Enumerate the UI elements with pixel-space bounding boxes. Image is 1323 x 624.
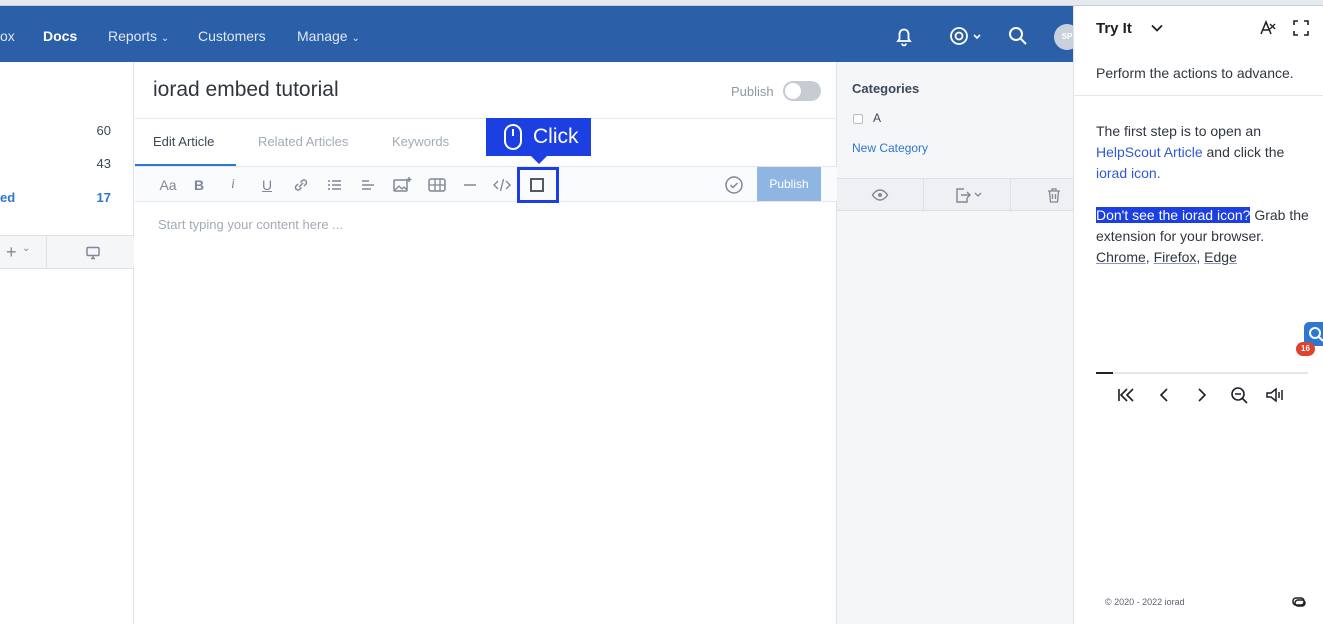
underline-button[interactable]: U bbox=[256, 174, 278, 196]
zoom-out-icon[interactable] bbox=[1228, 384, 1250, 406]
sidebar-count[interactable]: 43 bbox=[97, 156, 111, 171]
check-circle-icon[interactable] bbox=[723, 174, 745, 196]
help-lifebuoy-icon[interactable] bbox=[948, 24, 984, 48]
categories-title: Categories bbox=[852, 81, 920, 96]
chevron-down-icon[interactable] bbox=[1149, 21, 1165, 35]
edge-link[interactable]: Edge bbox=[1204, 249, 1237, 265]
chrome-link[interactable]: Chrome bbox=[1096, 249, 1146, 265]
export-icon bbox=[956, 188, 982, 203]
sidebar-item-label[interactable]: ed bbox=[0, 190, 15, 205]
step-text-2: and click the bbox=[1202, 144, 1285, 160]
extension-help-text: Don't see the iorad icon? Grab the exten… bbox=[1096, 207, 1309, 265]
step-text-1: The first step is to open an bbox=[1096, 123, 1261, 139]
left-sidebar: 60 43 ed 17 + ⌄ bbox=[0, 62, 134, 624]
export-button[interactable] bbox=[924, 179, 1011, 212]
sidebar-count[interactable]: 60 bbox=[97, 123, 111, 138]
highlight-box bbox=[517, 167, 559, 203]
toggle-knob bbox=[785, 83, 801, 99]
bold-button[interactable]: B bbox=[188, 174, 210, 196]
nav-item-partial[interactable]: ox bbox=[0, 6, 15, 62]
font-size-button[interactable]: Aa bbox=[156, 174, 180, 196]
editor-toolbar: Aa B i U Publish bbox=[135, 166, 837, 203]
nav-item-manage-label: Manage bbox=[297, 28, 348, 44]
category-label[interactable]: A bbox=[873, 111, 881, 125]
iorad-icon-link[interactable]: iorad icon. bbox=[1096, 165, 1161, 181]
search-icon[interactable] bbox=[1006, 24, 1030, 48]
step-instructions: The first step is to open an HelpScout A… bbox=[1096, 121, 1311, 268]
category-checkbox[interactable] bbox=[853, 114, 863, 124]
content-placeholder[interactable]: Start typing your content here ... bbox=[158, 217, 343, 232]
step-progress-bar bbox=[1096, 371, 1308, 374]
new-category-link[interactable]: New Category bbox=[852, 141, 928, 155]
delete-button[interactable] bbox=[1011, 179, 1073, 212]
divider bbox=[46, 236, 47, 268]
callout-label: Click bbox=[533, 125, 579, 148]
top-navbar: ox Docs Reports ⌄ Customers Manage ⌄ SP bbox=[0, 6, 1080, 62]
categories-panel: Categories A New Category bbox=[837, 62, 1073, 624]
divider bbox=[1074, 95, 1323, 96]
publish-label: Publish bbox=[731, 84, 774, 99]
helpscout-article-link[interactable]: HelpScout Article bbox=[1096, 144, 1203, 160]
trash-icon bbox=[1048, 188, 1060, 203]
callout-arrow bbox=[531, 156, 547, 164]
sidebar-actions: + ⌄ bbox=[0, 235, 134, 269]
chevron-down-icon[interactable]: ⌄ bbox=[22, 243, 30, 254]
instruction-subtext: Perform the actions to advance. bbox=[1096, 65, 1294, 81]
tab-keywords[interactable]: Keywords bbox=[392, 134, 449, 149]
nav-item-docs[interactable]: Docs bbox=[43, 6, 77, 62]
nav-item-customers[interactable]: Customers bbox=[198, 6, 266, 62]
iorad-logo-icon bbox=[1292, 597, 1306, 607]
tab-edit-article[interactable]: Edit Article bbox=[153, 134, 214, 149]
nav-item-manage[interactable]: Manage ⌄ bbox=[297, 6, 360, 62]
horizontal-rule-icon[interactable] bbox=[459, 174, 481, 196]
translate-icon[interactable] bbox=[1259, 19, 1277, 37]
progress-fill bbox=[1096, 371, 1113, 374]
copyright-footer: © 2020 - 2022 iorad bbox=[1105, 597, 1185, 607]
fullscreen-icon[interactable] bbox=[1292, 19, 1310, 37]
firefox-link[interactable]: Firefox bbox=[1154, 249, 1197, 265]
chevron-down-icon: ⌄ bbox=[351, 33, 360, 44]
italic-button[interactable]: i bbox=[222, 174, 244, 196]
publish-toggle[interactable] bbox=[783, 81, 821, 101]
align-icon[interactable] bbox=[357, 174, 379, 196]
nav-item-reports[interactable]: Reports ⌄ bbox=[108, 6, 169, 62]
tryit-panel: Try It Perform the actions to advance. T… bbox=[1073, 6, 1323, 624]
iorad-search-icon bbox=[1309, 327, 1323, 342]
bullet-list-icon[interactable] bbox=[324, 174, 346, 196]
mouse-icon bbox=[504, 124, 522, 150]
bell-icon[interactable] bbox=[892, 24, 916, 48]
previous-step-icon[interactable] bbox=[1153, 384, 1175, 406]
table-icon[interactable] bbox=[426, 174, 448, 196]
panel-actions bbox=[837, 178, 1073, 212]
step-text: The first step is to open an HelpScout A… bbox=[1096, 121, 1311, 184]
tryit-title[interactable]: Try It bbox=[1096, 20, 1132, 37]
tryit-header: Try It bbox=[1074, 6, 1323, 50]
sidebar-count[interactable]: 17 bbox=[97, 190, 111, 205]
next-step-icon[interactable] bbox=[1191, 384, 1213, 406]
notification-badge: 16 bbox=[1296, 342, 1315, 356]
nav-item-reports-label: Reports bbox=[108, 28, 158, 44]
plus-icon[interactable]: + bbox=[6, 242, 17, 263]
first-step-icon[interactable] bbox=[1115, 384, 1137, 406]
preview-button[interactable] bbox=[837, 179, 924, 212]
page-title[interactable]: iorad embed tutorial bbox=[153, 78, 339, 102]
chevron-down-icon: ⌄ bbox=[160, 33, 170, 44]
publish-button[interactable]: Publish bbox=[757, 167, 821, 201]
eye-icon bbox=[871, 189, 889, 201]
link-icon[interactable] bbox=[290, 174, 312, 196]
code-icon[interactable] bbox=[491, 174, 513, 196]
highlighted-question: Don't see the iorad icon? bbox=[1096, 207, 1251, 223]
insert-image-icon[interactable] bbox=[391, 174, 413, 196]
click-callout: Click bbox=[486, 118, 591, 164]
tab-related-articles[interactable]: Related Articles bbox=[258, 134, 348, 149]
monitor-icon[interactable] bbox=[85, 245, 101, 261]
audio-icon[interactable] bbox=[1264, 384, 1286, 406]
